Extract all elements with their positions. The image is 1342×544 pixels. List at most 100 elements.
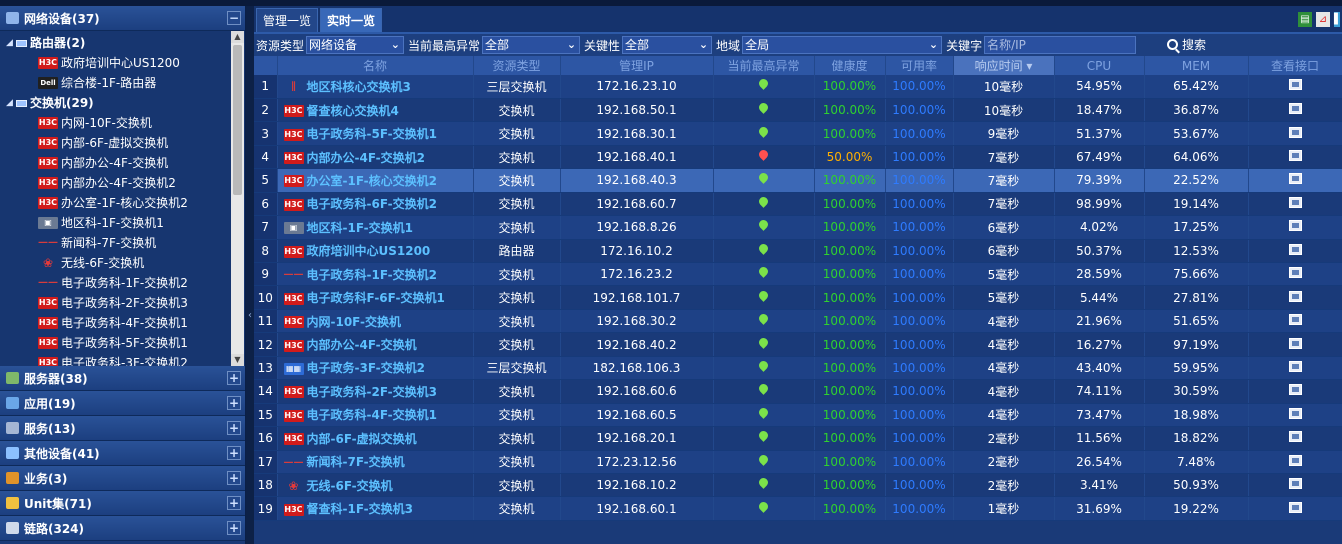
green-status-pin-icon[interactable] [759,314,768,325]
monitor-icon[interactable] [1288,478,1302,490]
tree-item[interactable]: H3C 办公室-1F-核心交换机2 [0,193,245,213]
excel-export-icon[interactable]: ▤ [1298,12,1312,27]
green-status-pin-icon[interactable] [759,103,768,114]
column-header-availability[interactable]: 可用率 [885,56,954,75]
device-name-link[interactable]: H3C 内网-10F-交换机 [277,309,474,334]
section-header[interactable]: 服务器(38) + [0,366,245,391]
green-status-pin-icon[interactable] [759,267,768,278]
monitor-icon[interactable] [1288,243,1302,255]
tree-item[interactable]: H3C 电子政务科-5F-交换机1 [0,333,245,353]
monitor-icon[interactable] [1288,290,1302,302]
monitor-icon[interactable] [1288,220,1302,232]
column-header-mem[interactable]: MEM [1144,56,1249,75]
green-status-pin-icon[interactable] [759,478,768,489]
device-name-link[interactable]: —— 电子政务科-1F-交换机2 [277,262,474,287]
monitor-icon[interactable] [1288,384,1302,396]
criticality-select[interactable]: 全部 ⌄ [622,36,713,54]
table-row[interactable]: 12 H3C 内部办公-4F-交换机 交换机 192.168.40.2 100.00% 10… [254,332,1342,357]
tree-item[interactable]: H3C 电子政务科-2F-交换机3 [0,293,245,313]
section-header[interactable]: 服务(13) + [0,416,245,441]
table-row[interactable]: 11 H3C 内网-10F-交换机 交换机 192.168.30.2 100.00% 100… [254,309,1342,334]
column-header-management-ip[interactable]: 管理IP [560,56,714,75]
device-name-link[interactable]: ∥ 地区科核心交换机3 [277,75,474,99]
device-name-link[interactable]: H3C 督查科-1F-交换机3 [277,496,474,521]
green-status-pin-icon[interactable] [759,173,768,184]
expand-toggle[interactable]: + [227,471,241,485]
pdf-export-icon[interactable]: ⊿ [1316,12,1330,27]
tree-item[interactable]: H3C 内部办公-4F-交换机2 [0,173,245,193]
monitor-icon[interactable] [1288,79,1302,91]
green-status-pin-icon[interactable] [759,502,768,513]
tree-group[interactable]: ◢ 交换机(29) [0,93,245,113]
column-header-name[interactable]: 名称 [277,56,474,75]
collapse-toggle[interactable]: − [227,11,241,25]
tree-item[interactable]: ▣ 地区科-1F-交换机1 [0,213,245,233]
monitor-icon[interactable] [1288,103,1302,115]
green-status-pin-icon[interactable] [759,197,768,208]
tree-item[interactable]: H3C 内部-6F-虚拟交换机 [0,133,245,153]
device-name-link[interactable]: H3C 内部办公-4F-交换机 [277,332,474,357]
table-row[interactable]: 16 H3C 内部-6F-虚拟交换机 交换机 192.168.20.1 100.00% 10… [254,426,1342,451]
tree-item[interactable]: H3C 电子政务科-3F-交换机2 [0,353,245,366]
expand-toggle[interactable]: + [227,371,241,385]
monitor-icon[interactable] [1288,407,1302,419]
table-row[interactable]: 4 H3C 内部办公-4F-交换机2 交换机 192.168.40.1 50.00% 100… [254,145,1342,170]
max-alert-select[interactable]: 全部 ⌄ [482,36,581,54]
scroll-down-arrow-icon[interactable]: ▼ [231,354,244,366]
device-name-link[interactable]: H3C 内部办公-4F-交换机2 [277,145,474,170]
green-status-pin-icon[interactable] [759,338,768,349]
green-status-pin-icon[interactable] [759,79,768,90]
device-name-link[interactable]: H3C 电子政务科F-6F-交换机1 [277,285,474,310]
monitor-icon[interactable] [1288,267,1302,279]
column-header-cpu[interactable]: CPU [1054,56,1145,75]
green-status-pin-icon[interactable] [759,408,768,419]
tree-group[interactable]: ◢ 路由器(2) [0,33,245,53]
section-header[interactable]: Unit集(71) + [0,491,245,516]
monitor-icon[interactable] [1288,454,1302,466]
resource-type-select[interactable]: 网络设备 ⌄ [306,36,405,54]
table-row[interactable]: 19 H3C 督查科-1F-交换机3 交换机 192.168.60.1 100.00% 10… [254,496,1342,521]
device-name-link[interactable]: H3C 内部-6F-虚拟交换机 [277,426,474,451]
expand-toggle[interactable]: + [227,396,241,410]
expand-arrow-icon[interactable]: ◢ [6,33,16,53]
table-row[interactable]: 14 H3C 电子政务科-2F-交换机3 交换机 192.168.60.6 100.00%… [254,379,1342,404]
green-status-pin-icon[interactable] [759,361,768,372]
table-row[interactable]: 17 —— 新闻科-7F-交换机 交换机 172.23.12.56 100.00% 100.… [254,450,1342,474]
table-row[interactable]: 10 H3C 电子政务科F-6F-交换机1 交换机 192.168.101.7 100.0… [254,285,1342,310]
column-header-max-alert[interactable]: 当前最高异常 [713,56,815,75]
monitor-icon[interactable] [1288,314,1302,326]
device-name-link[interactable]: H3C 电子政务科-6F-交换机2 [277,192,474,217]
tree-item[interactable]: —— 新闻科-7F-交换机 [0,233,245,253]
expand-toggle[interactable]: + [227,421,241,435]
green-status-pin-icon[interactable] [759,244,768,255]
device-name-link[interactable]: H3C 政府培训中心US1200 [277,239,474,264]
expand-toggle[interactable]: + [227,521,241,535]
table-row[interactable]: 18 ❀ 无线-6F-交换机 交换机 192.168.10.2 100.00% 100.00… [254,473,1342,498]
column-header-resource-type[interactable]: 资源类型 [473,56,561,75]
device-name-link[interactable]: ▣ 地区科-1F-交换机1 [277,215,474,240]
tab-management-overview[interactable]: 管理一览 [256,8,319,32]
table-row[interactable]: 1 ∥ 地区科核心交换机3 三层交换机 172.16.23.10 100.00% 100.0… [254,75,1342,99]
tree-item[interactable]: H3C 电子政务科-4F-交换机1 [0,313,245,333]
table-row[interactable]: 6 H3C 电子政务科-6F-交换机2 交换机 192.168.60.7 100.00% 1… [254,192,1342,217]
device-name-link[interactable]: H3C 督查核心交换机4 [277,98,474,123]
tree-item[interactable]: ❀ 无线-6F-交换机 [0,253,245,273]
green-status-pin-icon[interactable] [759,127,768,138]
table-row[interactable]: 3 H3C 电子政务科-5F-交换机1 交换机 192.168.30.1 100.00% 1… [254,121,1342,146]
expand-arrow-icon[interactable]: ◢ [6,93,16,113]
scroll-up-arrow-icon[interactable]: ▲ [231,31,244,43]
green-status-pin-icon[interactable] [759,384,768,395]
panel-splitter[interactable]: ‹ [246,6,254,544]
table-row[interactable]: 7 ▣ 地区科-1F-交换机1 交换机 192.168.8.26 100.00% 100.0… [254,215,1342,240]
expand-toggle[interactable]: + [227,446,241,460]
tree-item[interactable]: H3C 政府培训中心US1200 [0,53,245,73]
column-header-response-time[interactable]: 响应时间 ▾ [953,56,1055,75]
red-alert-pin-icon[interactable] [759,150,768,161]
monitor-icon[interactable] [1288,431,1302,443]
green-status-pin-icon[interactable] [759,220,768,231]
monitor-icon[interactable] [1288,126,1302,138]
region-select[interactable]: 全局 ⌄ [742,36,943,54]
monitor-icon[interactable] [1288,150,1302,162]
keyword-search-input[interactable] [984,36,1137,54]
section-header[interactable]: 业务(3) + [0,466,245,491]
